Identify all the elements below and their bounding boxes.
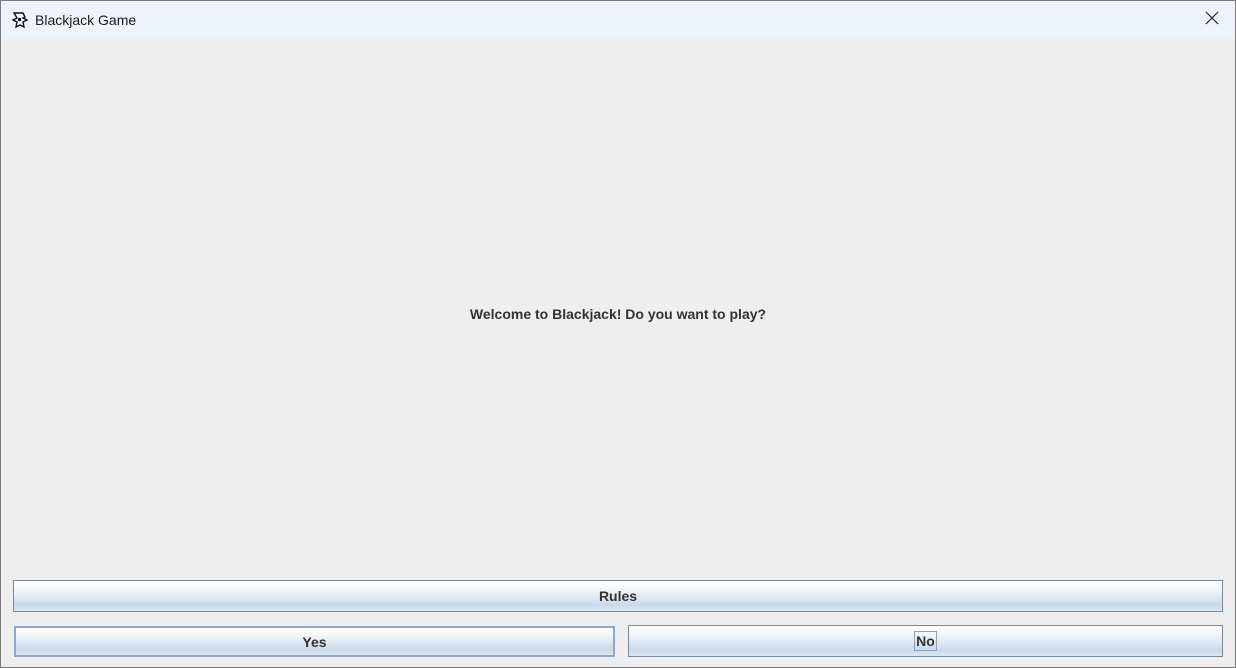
no-button-label: No bbox=[914, 631, 937, 651]
window-title: Blackjack Game bbox=[35, 12, 137, 28]
content-panel: Welcome to Blackjack! Do you want to pla… bbox=[1, 39, 1235, 667]
close-button[interactable] bbox=[1189, 1, 1235, 39]
title-bar[interactable]: Blackjack Game bbox=[1, 1, 1235, 39]
app-icon bbox=[11, 10, 31, 30]
close-icon bbox=[1205, 11, 1219, 30]
no-button[interactable]: No bbox=[628, 625, 1223, 657]
yes-button[interactable]: Yes bbox=[14, 626, 615, 657]
welcome-message: Welcome to Blackjack! Do you want to pla… bbox=[469, 306, 767, 322]
yes-button-label: Yes bbox=[302, 633, 327, 650]
rules-button[interactable]: Rules bbox=[13, 580, 1223, 612]
rules-button-label: Rules bbox=[598, 588, 638, 604]
app-window: Blackjack Game Welcome to Blackjack! Do … bbox=[0, 0, 1236, 668]
